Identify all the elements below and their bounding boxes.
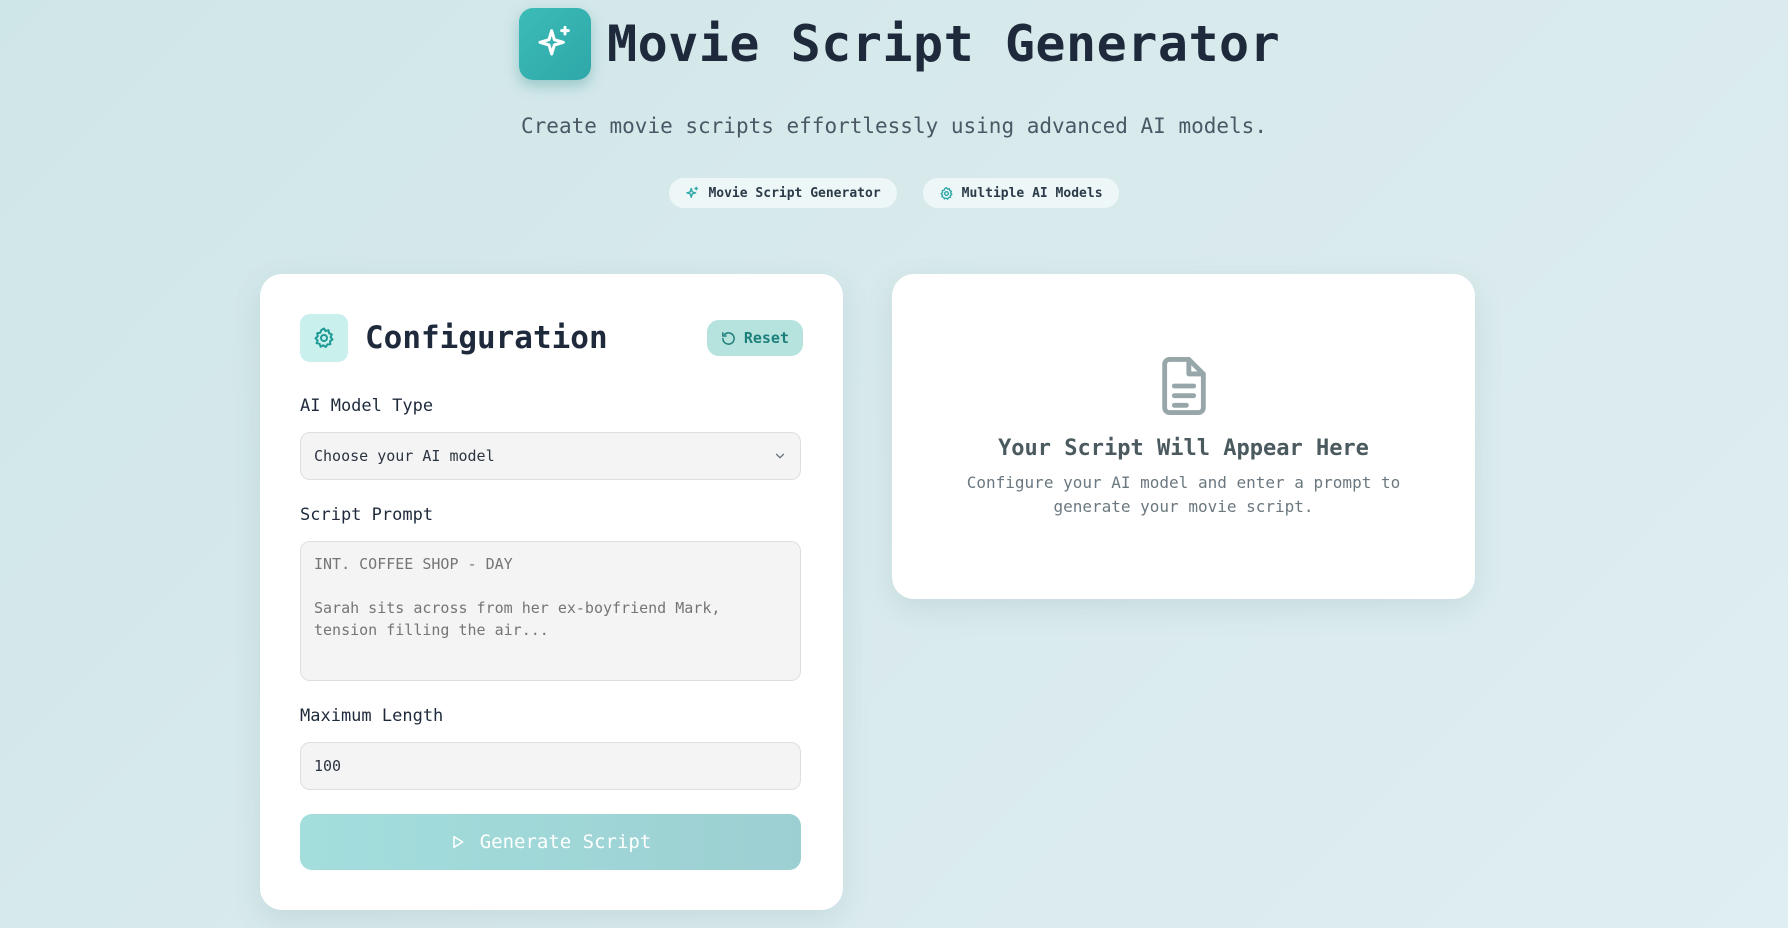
chevron-down-icon [775,453,785,459]
pill-label: Movie Script Generator [708,185,881,201]
rotate-ccw-icon [721,331,735,345]
model-type-label: AI Model Type [300,396,434,416]
configuration-icon-box [300,314,348,362]
sparkles-icon [686,186,699,198]
script-output-card: Your Script Will Appear Here Configure y… [892,274,1475,599]
configuration-card: Configuration Reset AI Model Type Choose… [260,274,843,910]
script-prompt-input[interactable] [300,541,801,681]
title-row: Movie Script Generator [519,8,1280,80]
generate-script-button[interactable]: Generate Script [300,814,801,870]
output-placeholder: Your Script Will Appear Here Configure y… [892,354,1475,519]
pill-multiple-ai-models: Multiple AI Models [922,178,1119,208]
pill-movie-script-generator: Movie Script Generator [669,178,897,208]
page-title: Movie Script Generator [607,15,1281,73]
gear-icon [314,327,334,348]
reset-label: Reset [743,329,789,347]
configuration-header: Configuration Reset [300,314,803,362]
model-type-select[interactable]: Choose your AI model [300,432,801,480]
page-subtitle: Create movie scripts effortlessly using … [521,114,1267,138]
script-prompt-label: Script Prompt [300,505,434,525]
output-title: Your Script Will Appear Here [998,436,1369,461]
reset-button[interactable]: Reset [706,320,803,356]
configuration-title: Configuration [365,320,608,356]
maximum-length-label: Maximum Length [300,706,444,726]
generate-script-label: Generate Script [479,831,652,853]
output-description: Configure your AI model and enter a prom… [966,473,1401,516]
sparkles-icon [538,25,570,56]
model-type-value: Choose your AI model [314,447,495,465]
pill-label: Multiple AI Models [961,185,1103,201]
gear-icon [940,186,953,200]
play-icon [452,835,464,849]
logo [519,8,591,80]
document-icon [1161,356,1206,415]
feature-pills: Movie Script Generator Multiple AI Model… [0,178,1788,208]
maximum-length-input[interactable] [300,742,801,790]
